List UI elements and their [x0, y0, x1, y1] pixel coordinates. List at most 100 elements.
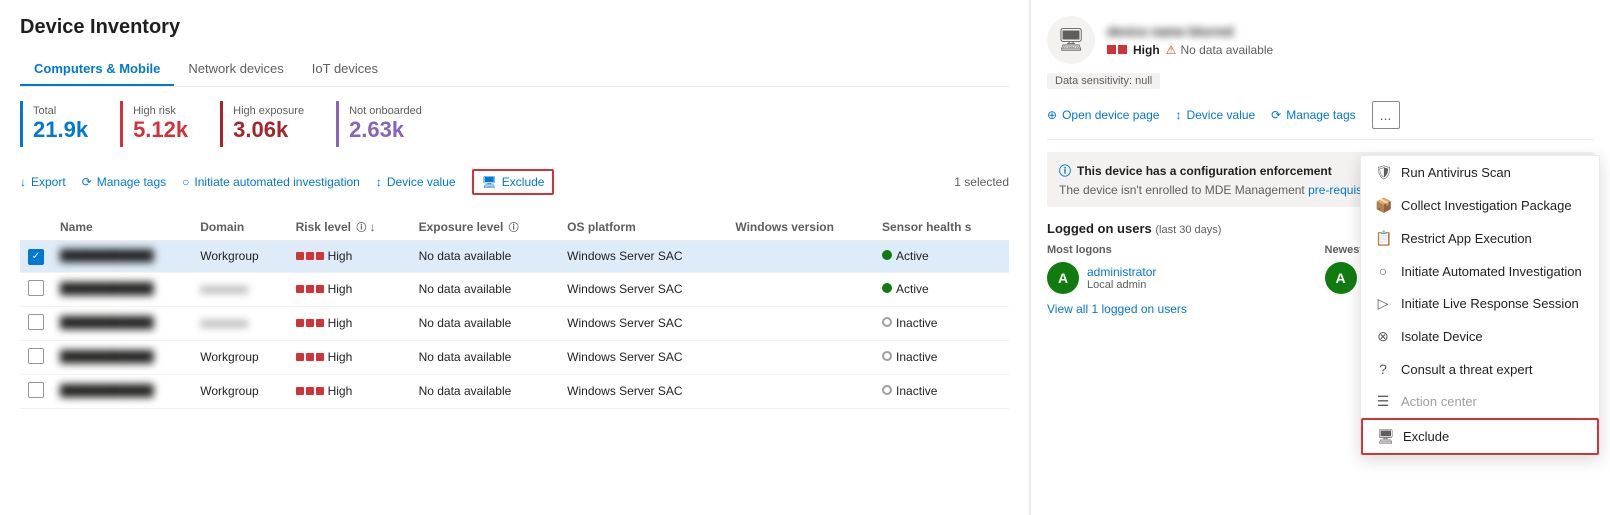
row-os: Windows Server SAC [559, 374, 727, 408]
stat-high-exposure: High exposure 3.06k [220, 101, 320, 147]
row-name: ████████████ [52, 374, 192, 408]
menu-item-label-1: Collect Investigation Package [1401, 198, 1572, 213]
most-logons-title: Most logons [1047, 244, 1317, 256]
user-name[interactable]: administrator [1087, 265, 1156, 279]
row-sensor: Active [874, 272, 1009, 306]
menu-item-label-7: Action center [1401, 394, 1477, 409]
warning-icon: ⚠ [1166, 43, 1177, 57]
row-sensor: Inactive [874, 374, 1009, 408]
row-risk: High [288, 272, 411, 306]
row-sensor: Inactive [874, 306, 1009, 340]
more-actions-button[interactable]: ... [1372, 101, 1400, 129]
col-risk: Risk level ⓘ ↓ [288, 213, 411, 241]
manage-tags-link[interactable]: ⟳ Manage tags [1271, 108, 1355, 122]
sensor-dot [882, 283, 892, 293]
device-value-button[interactable]: ↕ Device value [376, 175, 456, 189]
menu-item-0[interactable]: 🛡Run Antivirus Scan [1361, 156, 1599, 189]
action-links: ⊕ Open device page ↕ Device value ⟳ Mana… [1047, 101, 1594, 140]
menu-item-5[interactable]: ⊗Isolate Device [1361, 320, 1599, 353]
device-header: 🖥 device name blurred High ⚠ No data ava… [1047, 16, 1594, 64]
col-exposure: Exposure level ⓘ [411, 213, 560, 241]
menu-item-6[interactable]: ?Consult a threat expert [1361, 353, 1599, 385]
menu-item-label-8: Exclude [1403, 429, 1449, 444]
menu-item-icon-1: 📦 [1375, 197, 1391, 214]
dropdown-menu: 🛡Run Antivirus Scan 📦 Collect Investigatio… [1360, 155, 1600, 456]
table-row[interactable]: ████████████WorkgroupHighNo data availab… [20, 340, 1009, 374]
export-button[interactable]: ↓ Export [20, 175, 66, 189]
row-sensor: Inactive [874, 340, 1009, 374]
row-checkbox[interactable] [28, 382, 44, 398]
row-risk: High [288, 374, 411, 408]
page-title: Device Inventory [20, 16, 1009, 39]
risk-squares [1107, 45, 1127, 54]
device-risk: High ⚠ No data available [1107, 43, 1273, 57]
row-checkbox-cell [20, 272, 52, 306]
sensor-dot [882, 385, 892, 395]
col-name: Name [52, 213, 192, 241]
row-risk: High [288, 241, 411, 273]
row-exposure: No data available [411, 374, 560, 408]
manage-tags-icon: ⟳ [82, 175, 92, 189]
row-checkbox[interactable] [28, 314, 44, 330]
info-circle-icon: ⓘ [1059, 162, 1071, 179]
manage-tags-button[interactable]: ⟳ Manage tags [82, 175, 166, 189]
row-checkbox[interactable]: ✓ [28, 249, 44, 265]
row-os: Windows Server SAC [559, 272, 727, 306]
stat-total: Total 21.9k [20, 101, 104, 147]
initiate-auto-label: Initiate automated investigation [194, 175, 359, 189]
row-checkbox-cell [20, 374, 52, 408]
toolbar: ↓ Export ⟳ Manage tags ○ Initiate automa… [20, 163, 1009, 201]
table-row[interactable]: ████████████xxxxxxxxHighNo data availabl… [20, 272, 1009, 306]
menu-item-icon-2: 📋 [1375, 230, 1391, 247]
menu-item-8[interactable]: 🖥Exclude [1361, 418, 1599, 455]
export-label: Export [31, 175, 66, 189]
open-device-icon: ⊕ [1047, 108, 1057, 122]
row-win-ver [727, 272, 874, 306]
open-device-page-link[interactable]: ⊕ Open device page [1047, 108, 1159, 122]
row-win-ver [727, 306, 874, 340]
table-row[interactable]: ████████████xxxxxxxxHighNo data availabl… [20, 306, 1009, 340]
row-domain: xxxxxxxx [192, 306, 287, 340]
table-row[interactable]: ✓████████████WorkgroupHighNo data availa… [20, 241, 1009, 273]
row-checkbox-cell: ✓ [20, 241, 52, 273]
row-checkbox-cell [20, 340, 52, 374]
stat-not-onboarded-value: 2.63k [349, 117, 422, 143]
device-table: Name Domain Risk level ⓘ ↓ Exposure leve… [20, 213, 1009, 409]
table-row[interactable]: ████████████WorkgroupHighNo data availab… [20, 374, 1009, 408]
tab-network-devices[interactable]: Network devices [174, 53, 297, 86]
col-checkbox [20, 213, 52, 241]
most-logons-col: Most logons A administrator Local admin [1047, 244, 1317, 294]
menu-item-label-5: Isolate Device [1401, 329, 1483, 344]
row-checkbox[interactable] [28, 280, 44, 296]
menu-item-icon-3: ○ [1375, 263, 1391, 279]
menu-item-icon-0: 🛡 [1375, 164, 1391, 181]
device-value-link[interactable]: ↕ Device value [1175, 108, 1255, 122]
col-os: OS platform [559, 213, 727, 241]
no-data-badge: ⚠ No data available [1166, 43, 1274, 57]
risk-square-2 [1118, 45, 1127, 54]
export-icon: ↓ [20, 175, 26, 189]
row-win-ver [727, 340, 874, 374]
sensor-dot [882, 351, 892, 361]
tab-computers-mobile[interactable]: Computers & Mobile [20, 53, 174, 86]
row-checkbox[interactable] [28, 348, 44, 364]
device-value-icon: ↕ [376, 175, 382, 189]
initiate-auto-button[interactable]: ○ Initiate automated investigation [182, 175, 360, 189]
stats-row: Total 21.9k High risk 5.12k High exposur… [20, 101, 1009, 147]
row-sensor: Active [874, 241, 1009, 273]
menu-item-2[interactable]: 📋Restrict App Execution [1361, 222, 1599, 255]
user-avatar-newest: A [1325, 262, 1357, 294]
menu-item-icon-6: ? [1375, 361, 1391, 377]
menu-item-label-3: Initiate Automated Investigation [1401, 264, 1582, 279]
stat-high-risk: High risk 5.12k [120, 101, 204, 147]
tab-iot-devices[interactable]: IoT devices [298, 53, 392, 86]
risk-square-1 [1107, 45, 1116, 54]
row-win-ver [727, 374, 874, 408]
row-risk: High [288, 340, 411, 374]
menu-item-4[interactable]: ▷Initiate Live Response Session [1361, 287, 1599, 320]
exclude-button[interactable]: 🖥 Exclude [472, 169, 555, 195]
row-exposure: No data available [411, 241, 560, 273]
menu-item-3[interactable]: ○ Initiate Automated Investigation [1361, 255, 1599, 287]
col-domain: Domain [192, 213, 287, 241]
menu-item-1[interactable]: 📦 Collect Investigation Package [1361, 189, 1599, 222]
